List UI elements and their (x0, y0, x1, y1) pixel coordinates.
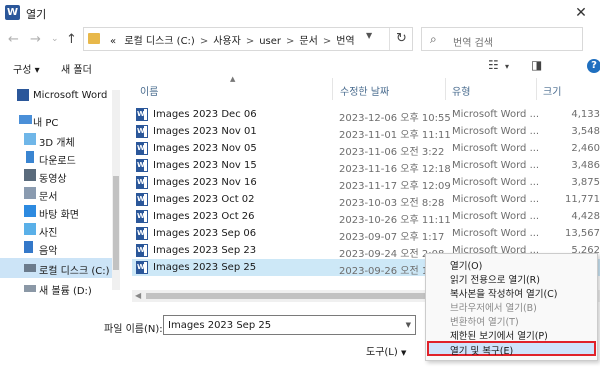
tools-button[interactable]: 도구(L) ▼ (366, 343, 406, 358)
nav-item-documents[interactable]: 문서 (0, 184, 112, 204)
menu-item-open-as-copy[interactable]: 복사본을 작성하여 열기(C) (426, 285, 597, 300)
menu-item-open-read-only[interactable]: 읽기 전용으로 열기(R) (426, 271, 597, 286)
file-row[interactable]: Images 2023 Oct 02 2023-10-03 오전 8:28 Mi… (132, 191, 600, 209)
search-icon: ⌕ (430, 32, 437, 46)
nav-item-videos[interactable]: 동영상 (0, 166, 112, 186)
menu-item-open-and-repair[interactable]: 열기 및 복구(E) (427, 341, 596, 357)
menu-item-open-with-transform: 변환하여 열기(T) (450, 317, 519, 328)
nav-item-desktop[interactable]: 바탕 화면 (0, 202, 112, 222)
scrollbar-thumb[interactable] (113, 176, 119, 270)
nav-item-new-volume-d[interactable]: 새 볼륨 (D:) (0, 278, 112, 298)
up-button[interactable]: ↑ (66, 32, 77, 47)
breadcrumb-item[interactable]: 사용자 (213, 36, 241, 47)
menu-item-open[interactable]: 열기(O) (426, 257, 597, 272)
refresh-button[interactable]: ↻ (389, 28, 413, 50)
chevron-right-icon: > (199, 36, 209, 47)
scrollbar-thumb[interactable] (146, 293, 426, 299)
file-row[interactable]: Images 2023 Nov 16 2023-11-17 오후 12:09 M… (132, 174, 600, 192)
nav-item-microsoft-word[interactable]: Microsoft Word (0, 86, 112, 106)
column-header-name[interactable]: 이름 (140, 83, 158, 98)
column-header-size[interactable]: 크기 (543, 83, 561, 98)
window-title: 열기 (26, 8, 47, 21)
chevron-right-icon: > (322, 36, 332, 47)
breadcrumb-item[interactable]: 번역 (336, 36, 354, 47)
file-row[interactable]: Images 2023 Nov 01 2023-11-01 오후 11:11 M… (132, 123, 600, 141)
help-icon[interactable]: ? (587, 59, 600, 73)
view-options-icon[interactable]: ☷ (488, 58, 499, 72)
column-header-date[interactable]: 수정한 날짜 (340, 83, 389, 98)
chevron-right-icon: > (245, 36, 255, 47)
word-document-icon (136, 261, 148, 274)
nav-item-music[interactable]: 음악 (0, 238, 112, 258)
nav-item-downloads[interactable]: 다운로드 (0, 148, 112, 168)
new-folder-button[interactable]: 새 폴더 (61, 61, 92, 76)
chevron-right-icon: > (286, 36, 295, 47)
desktop-icon (24, 205, 36, 217)
breadcrumb: « 로컬 디스크 (C:) > 사용자 > user > 문서 > 번역 (110, 32, 355, 47)
word-icon: W (5, 5, 20, 20)
3d-objects-icon (24, 133, 36, 145)
search-input[interactable]: ⌕ 번역 검색 (421, 27, 583, 51)
word-document-icon (136, 108, 148, 121)
file-row[interactable]: Images 2023 Sep 06 2023-09-07 오후 1:17 Mi… (132, 225, 600, 243)
nav-item-3d-objects[interactable]: 3D 개체 (0, 130, 112, 150)
close-button[interactable]: ✕ (570, 2, 592, 24)
filename-input[interactable]: Images 2023 Sep 25 ▼ (163, 315, 416, 335)
document-icon (24, 187, 36, 199)
nav-item-pictures[interactable]: 사진 (0, 220, 112, 240)
preview-pane-icon[interactable]: ◨ (531, 58, 542, 72)
forward-button[interactable]: → (30, 32, 41, 47)
word-document-icon (136, 159, 148, 172)
download-icon (26, 151, 34, 163)
organize-button[interactable]: 구성 ▾ (13, 61, 40, 76)
word-document-icon (136, 210, 148, 223)
pc-icon (19, 115, 32, 124)
column-divider[interactable] (445, 78, 446, 100)
menu-item-open-in-browser: 브라우저에서 열기(B) (450, 303, 537, 314)
chevron-down-icon[interactable]: ▼ (406, 321, 411, 329)
nav-item-this-pc[interactable]: 내 PC (0, 110, 112, 130)
breadcrumb-overflow[interactable]: « (110, 36, 116, 47)
recent-locations-button[interactable]: ⌄ (51, 34, 59, 44)
column-divider[interactable] (332, 78, 333, 100)
title-bar: W 열기 ✕ (0, 0, 600, 26)
scroll-left-icon[interactable]: ◀ (135, 291, 141, 300)
picture-icon (24, 223, 36, 235)
menu-item-open-protected-view[interactable]: 제한된 보기에서 열기(P) (426, 327, 597, 342)
navigation-pane: Microsoft Word 내 PC 3D 개체 다운로드 동영상 문서 바탕… (0, 80, 118, 306)
nav-item-local-disk-c[interactable]: 로컬 디스크 (C:) (0, 258, 112, 278)
chevron-down-icon: ▼ (400, 349, 407, 357)
drive-icon (24, 264, 36, 272)
chevron-down-icon[interactable]: ▾ (505, 62, 509, 71)
filename-label: 파일 이름(N): (104, 324, 163, 335)
search-placeholder: 번역 검색 (453, 38, 493, 49)
file-row[interactable]: Images 2023 Dec 06 2023-12-06 오후 10:55 M… (132, 106, 600, 124)
file-row[interactable]: Images 2023 Oct 26 2023-10-26 오후 11:11 M… (132, 208, 600, 226)
sort-ascending-icon: ▲ (230, 75, 236, 83)
word-document-icon (136, 176, 148, 189)
music-icon (24, 241, 33, 253)
breadcrumb-item[interactable]: 문서 (299, 36, 317, 47)
column-divider[interactable] (536, 78, 537, 100)
file-row[interactable]: Images 2023 Nov 15 2023-11-16 오후 12:18 M… (132, 157, 600, 175)
video-icon (24, 169, 36, 181)
word-document-icon (136, 244, 148, 257)
column-header-type[interactable]: 유형 (452, 83, 470, 98)
drive-icon (24, 285, 36, 292)
word-document-icon (136, 193, 148, 206)
word-icon (17, 89, 29, 101)
breadcrumb-item[interactable]: 로컬 디스크 (C:) (124, 36, 195, 47)
word-document-icon (136, 227, 148, 240)
word-document-icon (136, 125, 148, 138)
word-document-icon (136, 142, 148, 155)
back-button[interactable]: ← (8, 32, 19, 47)
nav-scrollbar[interactable] (112, 90, 120, 290)
file-row[interactable]: Images 2023 Nov 05 2023-11-06 오전 3:22 Mi… (132, 140, 600, 158)
chevron-down-icon[interactable]: ▼ (366, 31, 372, 40)
folder-icon (88, 33, 100, 44)
breadcrumb-item[interactable]: user (259, 36, 281, 47)
open-options-menu: 열기(O) 읽기 전용으로 열기(R) 복사본을 작성하여 열기(C) 브라우저… (425, 253, 598, 361)
address-bar[interactable]: « 로컬 디스크 (C:) > 사용자 > user > 문서 > 번역 (83, 27, 413, 51)
